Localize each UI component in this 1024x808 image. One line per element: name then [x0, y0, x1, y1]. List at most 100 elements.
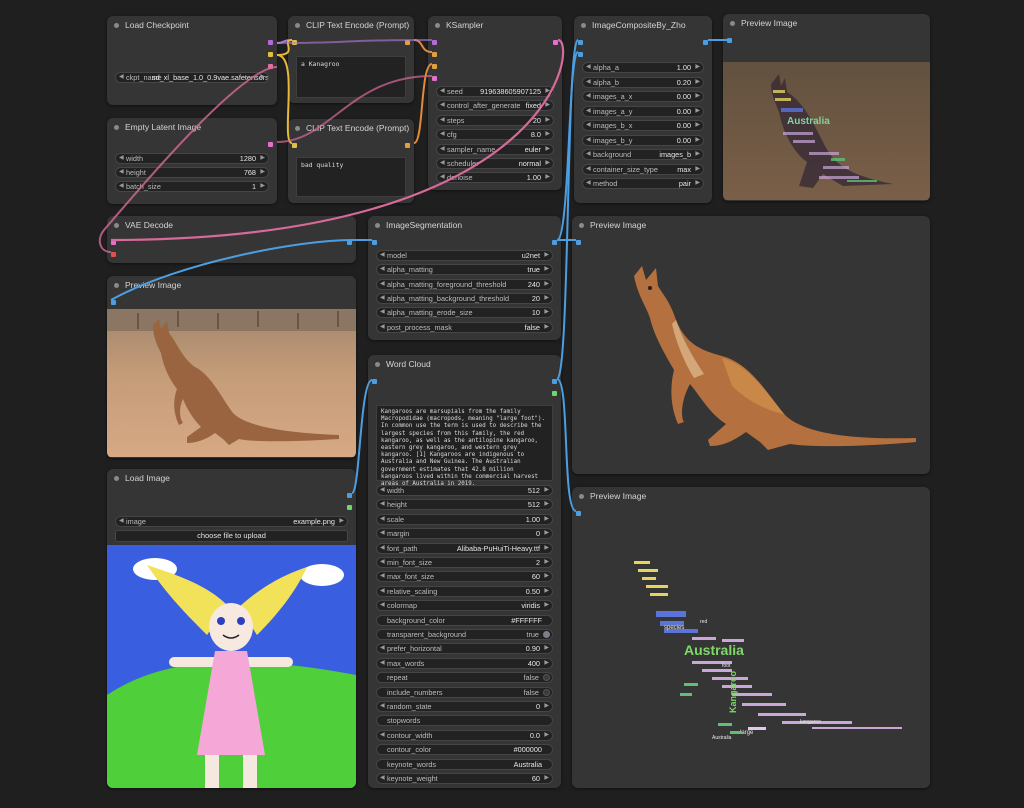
keynote-weight-widget[interactable]: ◀ ▶ keynote_weight 60	[376, 773, 553, 784]
arrow-right-icon[interactable]: ▶	[695, 107, 700, 116]
stopwords-widget[interactable]: stopwords	[376, 715, 553, 727]
arrow-left-icon[interactable]: ◀	[380, 500, 385, 509]
ckpt-name-combo[interactable]: ◀ ckpt_name sd_xl_base_1.0_0.9vae.safetens…	[115, 72, 269, 83]
arrow-right-icon[interactable]: ▶	[695, 150, 700, 159]
arrow-left-icon[interactable]: ◀	[586, 92, 591, 101]
arrow-right-icon[interactable]: ▶	[260, 73, 265, 82]
arrow-left-icon[interactable]: ◀	[586, 179, 591, 188]
sampler-name-widget[interactable]: ◀ ▶ sampler_name euler	[436, 143, 554, 155]
ksampler-node[interactable]: KSampler ◀ ▶ seed 919638605907125 ◀ ▶ control_…	[428, 16, 562, 190]
negative-input-port[interactable]	[432, 64, 437, 69]
arrow-right-icon[interactable]: ▶	[545, 87, 550, 96]
alpha-matting-background-threshold-widget[interactable]: ◀ ▶ alpha_matting_background_threshold 20	[376, 292, 553, 304]
arrow-right-icon[interactable]: ▶	[339, 517, 344, 526]
vae-decode-node[interactable]: VAE Decode	[107, 216, 356, 263]
prefer-horizontal-widget[interactable]: ◀ ▶ prefer_horizontal 0.90	[376, 643, 553, 655]
arrow-right-icon[interactable]: ▶	[544, 601, 549, 610]
conditioning-output-port[interactable]	[405, 143, 410, 148]
preview-image-left-node[interactable]: Preview Image	[107, 276, 356, 458]
collapse-dot-icon[interactable]	[435, 23, 440, 28]
node-title[interactable]: Preview Image	[107, 276, 356, 294]
collapse-dot-icon[interactable]	[375, 362, 380, 367]
image-combo[interactable]: ◀ image example.png ▶	[115, 516, 348, 527]
arrow-right-icon[interactable]: ▶	[544, 251, 549, 260]
image-segmentation-node[interactable]: ImageSegmentation ◀ ▶ model u2net ◀ ▶ alpha_ma…	[368, 216, 561, 340]
empty-latent-node[interactable]: Empty Latent Image ◀ width 1280 ▶ ◀ height 76…	[107, 118, 277, 204]
images-b-y-widget[interactable]: ◀ ▶ images_b_y 0.00	[582, 134, 704, 146]
preview-image-bottom-node[interactable]: Preview Image species Australia Kangaroo…	[572, 487, 930, 788]
arrow-left-icon[interactable]: ◀	[380, 702, 385, 711]
node-title[interactable]: Load Image	[107, 469, 356, 487]
arrow-left-icon[interactable]: ◀	[440, 173, 445, 182]
arrow-right-icon[interactable]: ▶	[544, 774, 549, 783]
arrow-left-icon[interactable]: ◀	[380, 265, 385, 274]
post-process-mask-widget[interactable]: ◀ ▶ post_process_mask false	[376, 321, 553, 333]
arrow-right-icon[interactable]: ▶	[544, 702, 549, 711]
arrow-left-icon[interactable]: ◀	[586, 63, 591, 72]
arrow-right-icon[interactable]: ▶	[544, 515, 549, 524]
method-widget[interactable]: ◀ ▶ method pair	[582, 178, 704, 189]
arrow-left-icon[interactable]: ◀	[586, 165, 591, 174]
arrow-right-icon[interactable]: ▶	[544, 572, 549, 581]
arrow-right-icon[interactable]: ▶	[695, 78, 700, 87]
latent-input-port[interactable]	[432, 76, 437, 81]
steps-widget[interactable]: ◀ ▶ steps 20	[436, 114, 554, 126]
arrow-left-icon[interactable]: ◀	[380, 529, 385, 538]
alpha-b-widget[interactable]: ◀ ▶ alpha_b 0.20	[582, 76, 704, 88]
node-title[interactable]: Empty Latent Image	[107, 118, 277, 136]
container-size-type-widget[interactable]: ◀ ▶ container_size_type max	[582, 163, 704, 175]
node-title[interactable]: Word Cloud	[368, 355, 561, 373]
arrow-left-icon[interactable]: ◀	[380, 294, 385, 303]
clip-text-encode-positive-node[interactable]: CLIP Text Encode (Prompt) a Kanagroo	[288, 16, 414, 103]
collapse-dot-icon[interactable]	[579, 223, 584, 228]
collapse-dot-icon[interactable]	[114, 23, 119, 28]
collapse-dot-icon[interactable]	[375, 223, 380, 228]
arrow-left-icon[interactable]: ◀	[440, 130, 445, 139]
node-title[interactable]: ImageCompositeBy_Zho	[574, 16, 712, 34]
arrow-right-icon[interactable]: ▶	[260, 154, 265, 163]
arrow-left-icon[interactable]: ◀	[440, 87, 445, 96]
max-words-widget[interactable]: ◀ ▶ max_words 400	[376, 657, 553, 669]
scheduler-widget[interactable]: ◀ ▶ scheduler normal	[436, 158, 554, 169]
load-image-node[interactable]: Load Image ◀ image example.png ▶ choose fil…	[107, 469, 356, 788]
arrow-right-icon[interactable]: ▶	[544, 558, 549, 567]
arrow-right-icon[interactable]: ▶	[695, 179, 700, 188]
margin-widget[interactable]: ◀ ▶ margin 0	[376, 528, 553, 540]
arrow-right-icon[interactable]: ▶	[545, 159, 550, 168]
preview-image-mid-node[interactable]: Preview Image	[572, 216, 930, 474]
images-input-port[interactable]	[111, 300, 116, 305]
collapse-dot-icon[interactable]	[114, 223, 119, 228]
mask-input-port[interactable]	[372, 379, 377, 384]
width-widget[interactable]: ◀ width 1280 ▶	[115, 153, 269, 164]
arrow-left-icon[interactable]: ◀	[586, 136, 591, 145]
node-title[interactable]: Preview Image	[723, 14, 930, 32]
width-widget[interactable]: ◀ ▶ width 512	[376, 485, 553, 496]
word-cloud-node[interactable]: Word Cloud Kangaroos are marsupials from…	[368, 355, 561, 788]
images-input-port[interactable]	[372, 240, 377, 245]
node-title[interactable]: VAE Decode	[107, 216, 356, 234]
arrow-left-icon[interactable]: ◀	[380, 572, 385, 581]
alpha-matting-erode-size-widget[interactable]: ◀ ▶ alpha_matting_erode_size 10	[376, 307, 553, 319]
latent-output-port[interactable]	[553, 40, 558, 45]
arrow-left-icon[interactable]: ◀	[380, 587, 385, 596]
model-output-port[interactable]	[268, 40, 273, 45]
collapse-dot-icon[interactable]	[114, 283, 119, 288]
load-checkpoint-node[interactable]: Load Checkpoint ◀ ckpt_name sd_xl_base_1.0…	[107, 16, 277, 105]
arrow-left-icon[interactable]: ◀	[119, 73, 124, 82]
image-output-port[interactable]	[347, 493, 352, 498]
images-b-x-widget[interactable]: ◀ ▶ images_b_x 0.00	[582, 120, 704, 131]
arrow-left-icon[interactable]: ◀	[380, 515, 385, 524]
image-output-port[interactable]	[552, 240, 557, 245]
arrow-right-icon[interactable]: ▶	[545, 173, 550, 182]
arrow-left-icon[interactable]: ◀	[119, 182, 124, 191]
arrow-right-icon[interactable]: ▶	[545, 130, 550, 139]
collapse-dot-icon[interactable]	[295, 126, 300, 131]
arrow-left-icon[interactable]: ◀	[380, 308, 385, 317]
arrow-left-icon[interactable]: ◀	[440, 101, 445, 110]
clip-input-port[interactable]	[292, 40, 297, 45]
images-input-port[interactable]	[727, 38, 732, 43]
arrow-right-icon[interactable]: ▶	[695, 63, 700, 72]
node-title[interactable]: Load Checkpoint	[107, 16, 277, 34]
arrow-left-icon[interactable]: ◀	[380, 601, 385, 610]
image-output-port[interactable]	[552, 379, 557, 384]
